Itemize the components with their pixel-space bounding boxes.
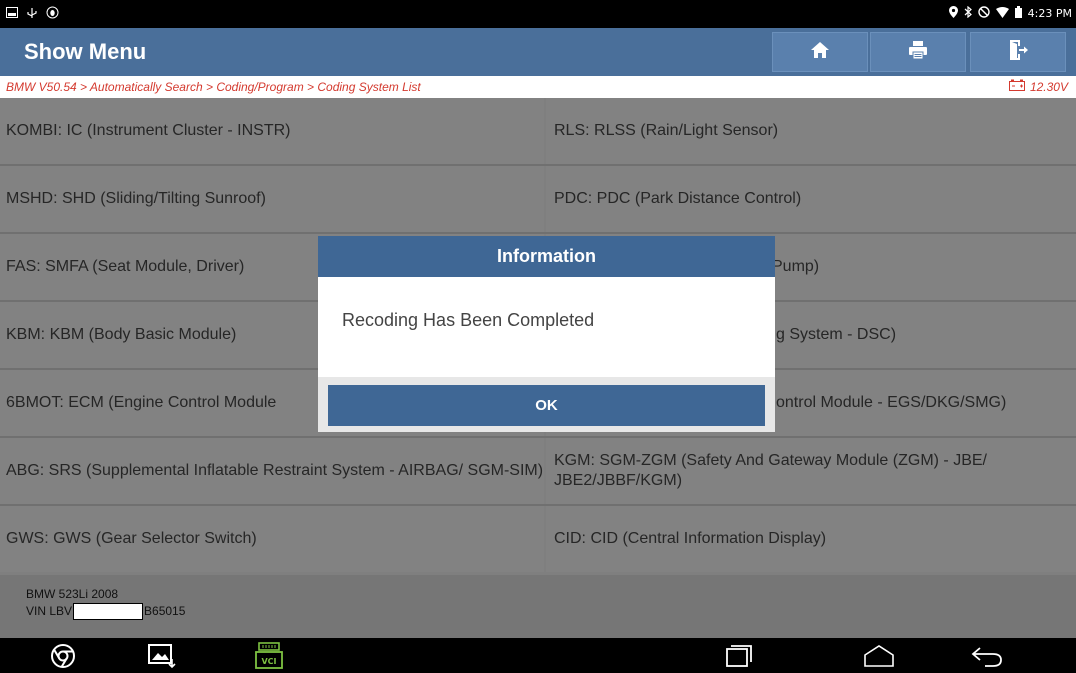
battery-voltage: 12.30V: [1008, 79, 1068, 94]
screenshot-icon[interactable]: [145, 642, 179, 670]
home-nav-icon[interactable]: [862, 642, 896, 670]
vehicle-vin: VIN LBV B65015: [26, 603, 186, 621]
image-notification-icon: [6, 7, 18, 21]
do-not-disturb-icon: [977, 6, 990, 21]
home-icon: [810, 40, 830, 65]
android-nav-bar: VCI: [0, 638, 1076, 673]
system-item-mshd[interactable]: MSHD: SHD (Sliding/Tilting Sunroof): [0, 166, 544, 232]
car-battery-icon: [1008, 79, 1025, 94]
bug-icon: [46, 6, 59, 22]
dialog-message: Recoding Has Been Completed: [342, 310, 595, 330]
system-item-kombi[interactable]: KOMBI: IC (Instrument Cluster - INSTR): [0, 98, 544, 164]
system-item-cid[interactable]: CID: CID (Central Information Display): [546, 506, 1076, 572]
system-item-kgm[interactable]: KGM: SGM-ZGM (Safety And Gateway Module …: [546, 438, 1076, 504]
vin-suffix: B65015: [144, 604, 186, 618]
system-item-abg[interactable]: ABG: SRS (Supplemental Inflatable Restra…: [0, 438, 544, 504]
battery-status-icon: [1014, 6, 1022, 21]
location-icon: [948, 6, 958, 21]
dialog-footer: OK: [318, 377, 775, 432]
system-item-gws[interactable]: GWS: GWS (Gear Selector Switch): [0, 506, 544, 572]
exit-icon: [1008, 39, 1028, 66]
vehicle-info-footer: BMW 523Li 2008 VIN LBV B65015: [0, 575, 1076, 638]
page-title: Show Menu: [24, 39, 147, 64]
print-button[interactable]: [870, 32, 966, 72]
wifi-icon: [995, 6, 1009, 21]
breadcrumb: BMW V50.54 > Automatically Search > Codi…: [6, 80, 421, 94]
vin-redaction: [73, 603, 144, 621]
breadcrumb-bar: BMW V50.54 > Automatically Search > Codi…: [0, 76, 1076, 98]
vci-label: VCI: [261, 657, 276, 666]
dialog-title: Information: [318, 236, 775, 277]
system-item-rls[interactable]: RLS: RLSS (Rain/Light Sensor): [546, 98, 1076, 164]
ok-button[interactable]: OK: [328, 385, 765, 426]
vehicle-model: BMW 523Li 2008: [26, 587, 119, 601]
home-button[interactable]: [772, 32, 868, 72]
battery-voltage-value: 12.30V: [1029, 79, 1068, 94]
chrome-icon[interactable]: [46, 642, 80, 670]
information-dialog: Information Recoding Has Been Completed …: [318, 236, 775, 432]
status-bar: 4:23 PM: [0, 0, 1076, 28]
recent-apps-icon[interactable]: [722, 642, 756, 670]
vci-icon[interactable]: VCI: [252, 642, 286, 670]
title-bar: Show Menu: [0, 28, 1076, 76]
printer-icon: [908, 40, 928, 65]
back-icon[interactable]: [970, 642, 1004, 670]
system-item-pdc[interactable]: PDC: PDC (Park Distance Control): [546, 166, 1076, 232]
clock: 4:23 PM: [1027, 7, 1072, 20]
vin-prefix: VIN LBV: [26, 604, 73, 618]
exit-button[interactable]: [970, 32, 1066, 72]
usb-icon: [26, 7, 38, 22]
bluetooth-icon: [964, 5, 972, 21]
